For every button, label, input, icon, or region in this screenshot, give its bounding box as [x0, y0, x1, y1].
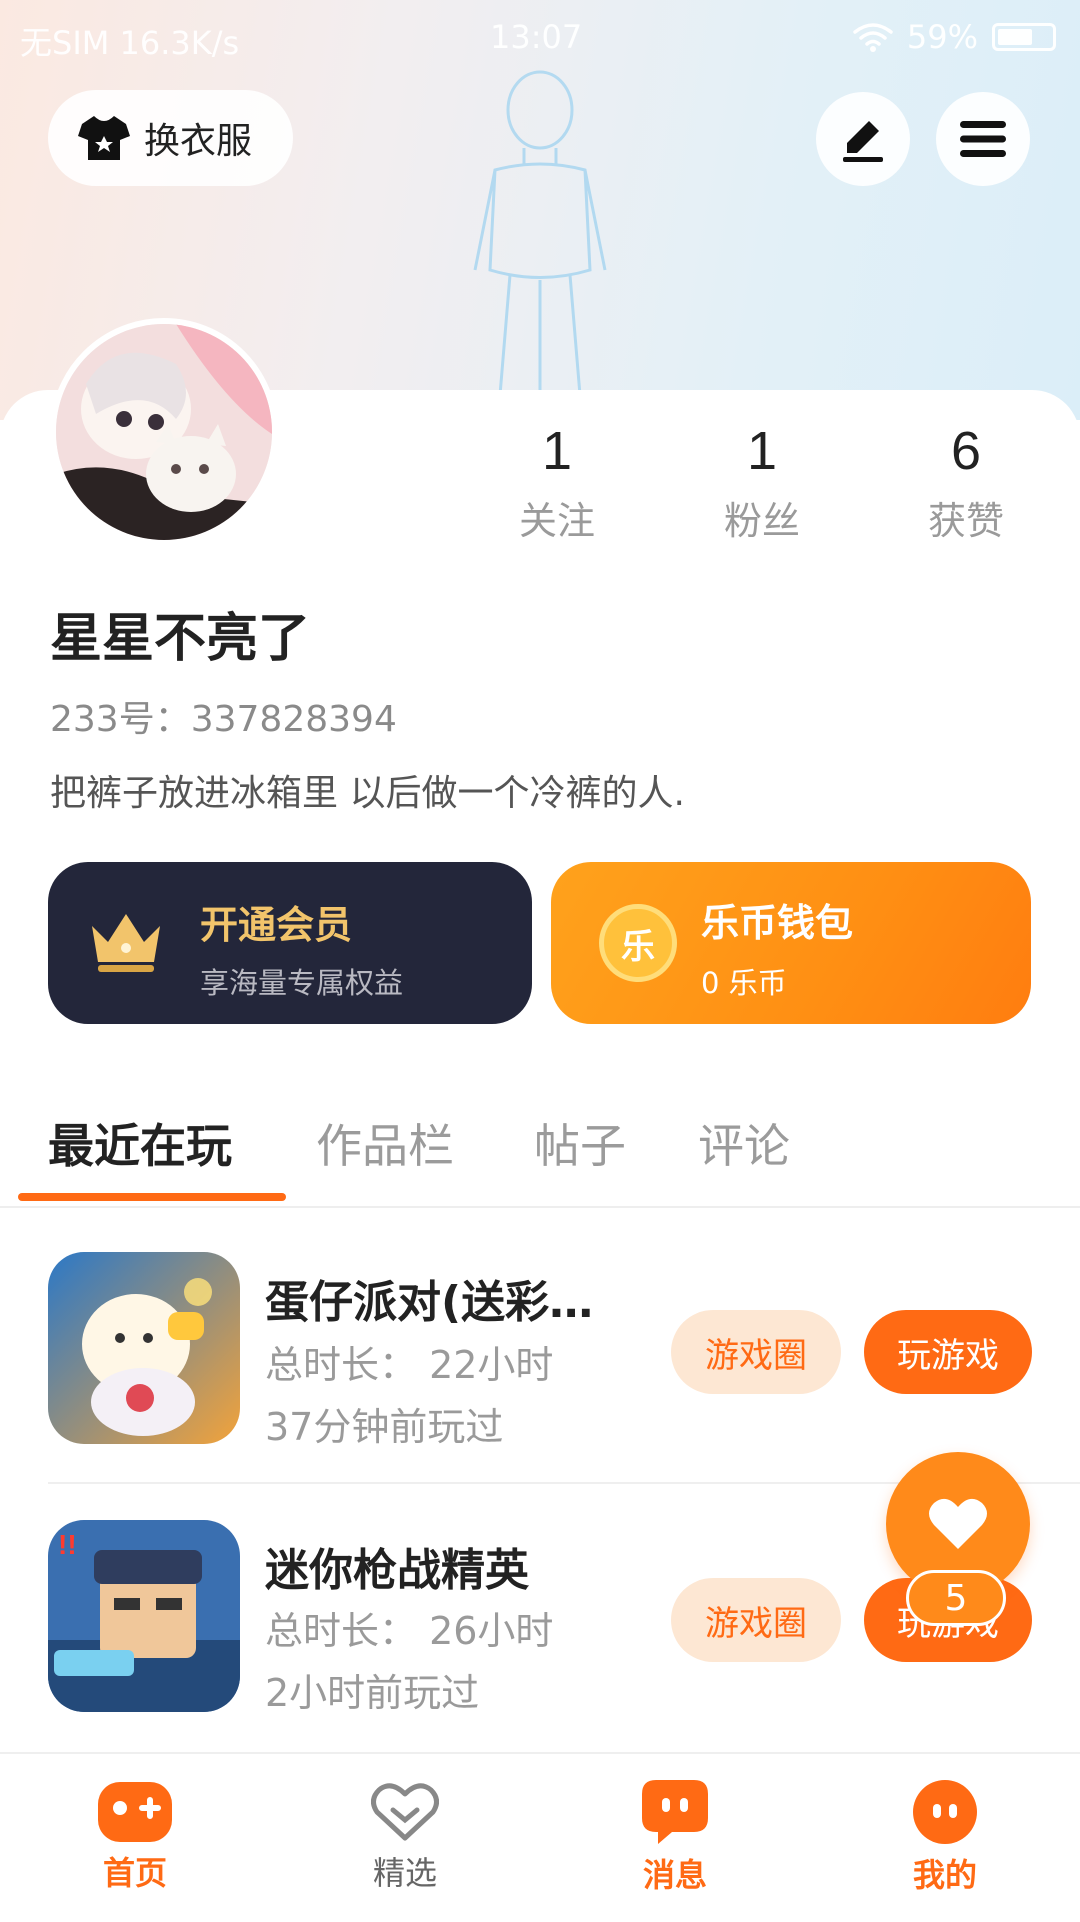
- 3d-avatar-figure[interactable]: [440, 70, 640, 400]
- tabs-divider: [0, 1206, 1080, 1208]
- user-avatar[interactable]: [50, 318, 278, 546]
- change-outfit-button[interactable]: 换衣服: [48, 90, 293, 186]
- like-count-badge: 5: [906, 1570, 1006, 1626]
- menu-button[interactable]: [936, 92, 1030, 186]
- nav-featured[interactable]: 精选: [270, 1754, 540, 1922]
- likes-count: 6: [950, 421, 982, 481]
- coin-wallet-card[interactable]: 乐 乐币钱包 0 乐币: [551, 862, 1031, 1024]
- stat-fans[interactable]: 1 粉丝: [672, 420, 852, 545]
- nickname: 星星不亮了: [50, 609, 311, 669]
- nav-me-label: 我的: [912, 1856, 977, 1894]
- coin-glyph: 乐: [621, 926, 655, 967]
- game-duration: 总时长： 22小时: [265, 1343, 554, 1387]
- profile-face-icon: [913, 1780, 977, 1844]
- nav-home[interactable]: 首页: [0, 1754, 270, 1922]
- coin-icon: 乐: [599, 904, 677, 982]
- eggy-party-art: [48, 1252, 240, 1444]
- status-bar: 无SIM 16.3K/s 13:07 59%: [0, 0, 1080, 76]
- game-title[interactable]: 迷你枪战精英: [265, 1534, 645, 1598]
- wallet-balance: 0 乐币: [701, 966, 787, 1000]
- stat-following[interactable]: 1 关注: [467, 420, 647, 545]
- battery-percent: 59%: [906, 18, 978, 56]
- fans-count: 1: [746, 421, 778, 481]
- game-title[interactable]: 蛋仔派对(送彩…: [265, 1266, 645, 1330]
- wallet-title: 乐币钱包: [701, 901, 854, 945]
- game-icon-mini-gun-war[interactable]: !!: [48, 1520, 240, 1712]
- avatar-illustration: [56, 324, 272, 540]
- change-outfit-label: 换衣服: [144, 121, 253, 162]
- bio: 把裤子放进冰箱里 以后做一个冷裤的人.: [50, 773, 685, 814]
- nav-messages-label: 消息: [642, 1856, 707, 1894]
- hamburger-menu-icon: [960, 121, 1006, 157]
- bottom-navigation: 首页 精选 消息 我的: [0, 1752, 1080, 1922]
- vip-subtitle: 享海量专属权益: [200, 966, 404, 1000]
- following-count: 1: [541, 421, 573, 481]
- edit-profile-button[interactable]: [816, 92, 910, 186]
- game-icon-eggy-party[interactable]: [48, 1252, 240, 1444]
- fans-label: 粉丝: [723, 499, 800, 543]
- game-last-played: 37分钟前玩过: [265, 1405, 504, 1449]
- carrier-network-speed: 无SIM 16.3K/s: [20, 24, 240, 62]
- game-circle-button[interactable]: 游戏圈: [671, 1310, 841, 1394]
- clock: 13:07: [490, 18, 583, 56]
- game-last-played: 2小时前玩过: [265, 1671, 480, 1715]
- tab-recently-played[interactable]: 最近在玩: [48, 1110, 232, 1176]
- message-bubble-icon: [642, 1780, 708, 1844]
- user-id[interactable]: 233号：337828394: [50, 690, 397, 742]
- play-game-button[interactable]: 玩游戏: [864, 1310, 1032, 1394]
- game-duration: 总时长： 26小时: [265, 1609, 554, 1653]
- battery-icon: [992, 23, 1056, 51]
- vip-title: 开通会员: [200, 903, 353, 947]
- crown-icon: [92, 914, 160, 972]
- following-label: 关注: [518, 499, 595, 543]
- stat-likes[interactable]: 6 获赞: [876, 420, 1056, 545]
- tshirt-icon: [78, 116, 130, 160]
- likes-label: 获赞: [927, 499, 1004, 543]
- mini-gun-war-art: !!: [48, 1520, 240, 1712]
- tab-comments[interactable]: 评论: [698, 1110, 790, 1176]
- featured-heart-icon: [371, 1783, 439, 1841]
- active-tab-indicator: [18, 1193, 286, 1201]
- heart-icon: [929, 1498, 987, 1549]
- tab-posts[interactable]: 帖子: [534, 1110, 626, 1176]
- edit-pen-icon: [843, 121, 883, 162]
- nav-messages[interactable]: 消息: [540, 1754, 810, 1922]
- game-circle-button[interactable]: 游戏圈: [671, 1578, 841, 1662]
- gamepad-icon: [98, 1782, 172, 1842]
- nav-me[interactable]: 我的: [810, 1754, 1080, 1922]
- tab-works[interactable]: 作品栏: [316, 1110, 454, 1176]
- nav-home-label: 首页: [102, 1854, 167, 1892]
- vip-membership-card[interactable]: 开通会员 享海量专属权益: [48, 862, 532, 1024]
- wifi-icon: [853, 23, 893, 52]
- svg-text:!!: !!: [58, 1529, 77, 1560]
- nav-featured-label: 精选: [372, 1854, 437, 1892]
